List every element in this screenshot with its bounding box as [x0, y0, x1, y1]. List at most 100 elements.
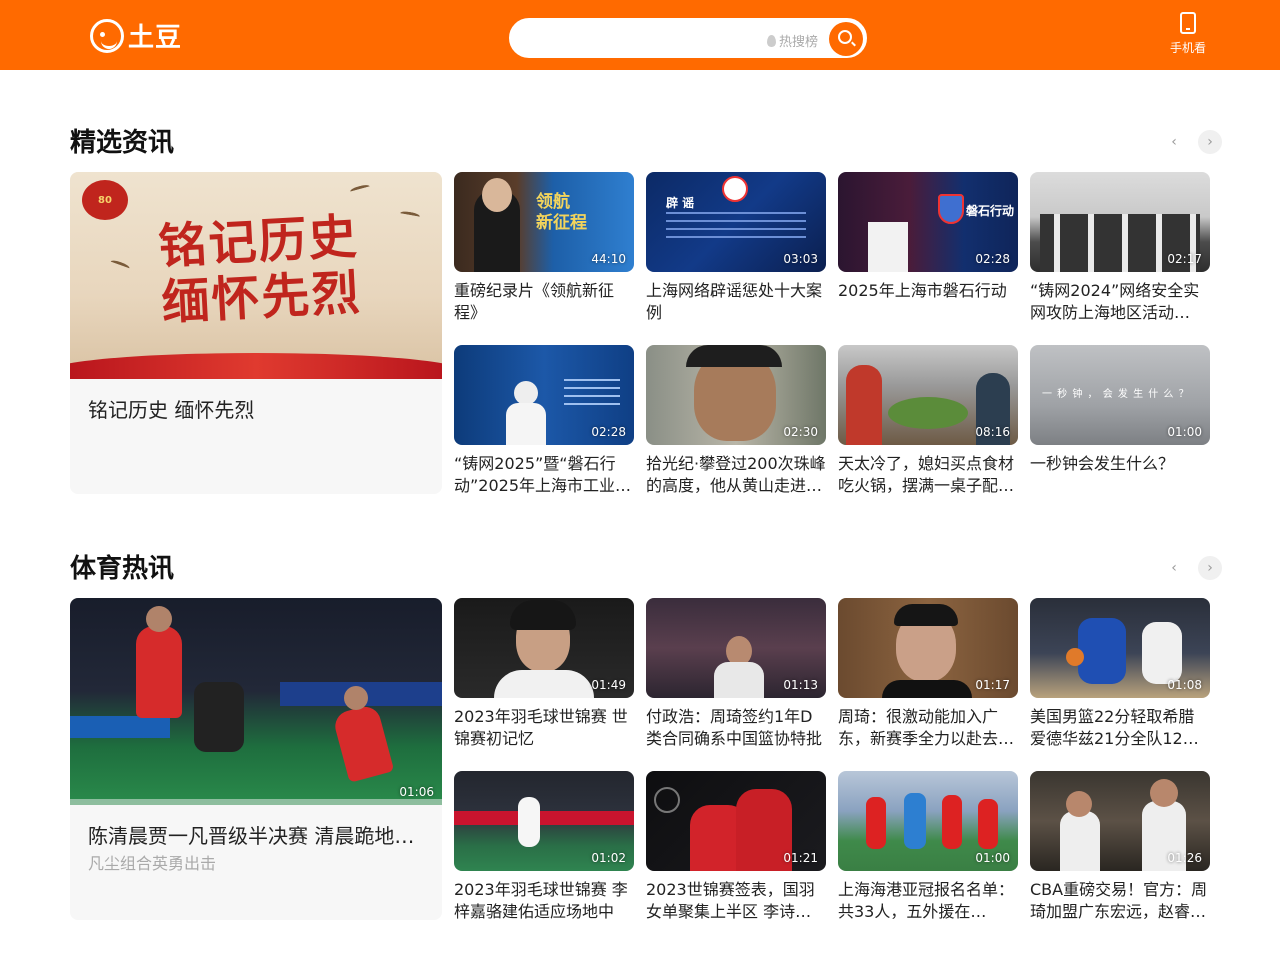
video-title: 上海网络辟谣惩处十大案例	[646, 281, 823, 322]
feature-image	[70, 598, 442, 805]
video-title: 2025年上海市磐石行动	[838, 281, 1007, 300]
video-duration: 01:08	[1167, 678, 1202, 692]
video-title: 上海海港亚冠报名名单：共33人，五外援在列，…	[838, 880, 1015, 921]
prev-arrow-icon[interactable]: ‹	[1162, 130, 1186, 154]
player-head	[344, 686, 368, 710]
video-title: “铸网2024”网络安全实网攻防上海地区活动暨“…	[1030, 281, 1200, 322]
video-title: 拾光纪·攀登过200次珠峰的高度，他从黄山走进…	[646, 454, 826, 495]
video-thumbnail: 一 秒 钟 ， 会 发 生 什 么 ？ 01:00	[1030, 345, 1210, 445]
video-card[interactable]: 01:26 CBA重磅交易！官方：周琦加盟广东宏远，赵睿…	[1030, 771, 1210, 923]
video-duration: 01:17	[975, 678, 1010, 692]
thumbnail-overlay-text: 磐石行动	[966, 204, 1015, 218]
mobile-watch-label: 手机看	[1169, 41, 1206, 55]
player-figure	[866, 797, 886, 849]
video-thumbnail: 磐石行动 02:28	[838, 172, 1018, 272]
site-logo[interactable]: 土豆	[90, 17, 182, 54]
video-title: CBA重磅交易！官方：周琦加盟广东宏远，赵睿…	[1030, 880, 1208, 921]
player-figure	[518, 797, 540, 847]
video-card[interactable]: 辟 谣 03:03 上海网络辟谣惩处十大案例	[646, 172, 826, 324]
feature-image: 80 铭记历史 缅怀先烈	[70, 172, 442, 379]
video-card[interactable]: 01:13 付政浩：周琦签约1年D类合同确系中国篮协特批	[646, 598, 826, 750]
video-title: 美国男篮22分轻取希腊 爱德华兹21分全队12人…	[1030, 707, 1195, 748]
video-card[interactable]: 一 秒 钟 ， 会 发 生 什 么 ？ 01:00 一秒钟会发生什么？	[1030, 345, 1210, 497]
video-thumbnail: 01:26	[1030, 771, 1210, 871]
hot-search-label: 热搜榜	[779, 35, 819, 50]
video-title: 2023世锦赛签表，国羽女单聚集上半区 李诗沣 …	[646, 880, 815, 921]
video-thumbnail: 01:08	[1030, 598, 1210, 698]
next-arrow-icon[interactable]: ›	[1198, 130, 1222, 154]
sponsor-board	[70, 716, 170, 738]
video-card[interactable]: 08:16 天太冷了，媳妇买点食材吃火锅，摆满一桌子配…	[838, 345, 1018, 497]
video-title: 2023年羽毛球世锦赛 李梓嘉骆建佑适应场地中	[454, 880, 628, 921]
anniversary-badge: 80	[82, 180, 128, 220]
logo-text: 土豆	[128, 23, 183, 53]
video-title: 付政浩：周琦签约1年D类合同确系中国篮协特批	[646, 707, 823, 748]
red-ribbon	[70, 353, 442, 379]
feature-card-sports[interactable]: 01:06 陈清晨贾一凡晋级半决赛 清晨跪地… 凡尘组合英勇出击	[70, 598, 442, 920]
video-card[interactable]: 01:08 美国男篮22分轻取希腊 爱德华兹21分全队12人…	[1030, 598, 1210, 750]
video-duration: 01:21	[783, 851, 818, 865]
video-thumbnail: 01:02	[454, 771, 634, 871]
video-title: 2023年羽毛球世锦赛 世锦赛初记忆	[454, 707, 628, 748]
video-card[interactable]: 01:21 2023世锦赛签表，国羽女单聚集上半区 李诗沣 …	[646, 771, 826, 923]
video-duration: 01:00	[975, 851, 1010, 865]
section-pager-sports: ‹ ›	[1162, 556, 1222, 580]
search-input[interactable]	[525, 28, 755, 50]
feature-title: 铭记历史 缅怀先烈	[88, 398, 255, 422]
player-figure	[978, 799, 998, 849]
hot-search-link[interactable]: 热搜榜	[767, 31, 818, 50]
rumor-stamp-icon	[722, 176, 748, 202]
racket-icon	[654, 787, 680, 813]
video-thumbnail: 领航 新征程 44:10	[454, 172, 634, 272]
video-card[interactable]: 01:49 2023年羽毛球世锦赛 世锦赛初记忆	[454, 598, 634, 750]
feature-card-news[interactable]: 80 铭记历史 缅怀先烈 铭记历史 缅怀先烈	[70, 172, 442, 494]
prev-arrow-icon[interactable]: ‹	[1162, 556, 1186, 580]
slide-lines	[564, 379, 620, 381]
feature-subtitle: 凡尘组合英勇出击	[88, 854, 217, 873]
video-duration: 44:10	[591, 252, 626, 266]
feature-thumbnail: 80 铭记历史 缅怀先烈	[70, 172, 442, 379]
video-duration: 01:06	[399, 785, 434, 799]
player-head	[1066, 791, 1092, 817]
player-figure	[942, 795, 962, 849]
video-duration: 03:03	[783, 252, 818, 266]
video-card[interactable]: 02:17 “铸网2024”网络安全实网攻防上海地区活动暨“…	[1030, 172, 1210, 324]
flame-icon	[767, 34, 776, 47]
section-title-sports: 体育热讯	[70, 554, 175, 584]
video-card[interactable]: 磐石行动 02:28 2025年上海市磐石行动	[838, 172, 1018, 324]
video-card[interactable]: 01:00 上海海港亚冠报名名单：共33人，五外援在列，…	[838, 771, 1018, 923]
video-duration: 01:02	[591, 851, 626, 865]
video-card[interactable]: 01:17 周琦：很激动能加入广东，新赛季全力以赴去…	[838, 598, 1018, 750]
video-title: “铸网2025”暨“磐石行动”2025年上海市工业…	[454, 454, 632, 495]
video-card[interactable]: 01:02 2023年羽毛球世锦赛 李梓嘉骆建佑适应场地中	[454, 771, 634, 923]
video-duration: 01:13	[783, 678, 818, 692]
feature-thumbnail: 01:06	[70, 598, 442, 805]
speaker-head	[514, 381, 538, 405]
section-pager-news: ‹ ›	[1162, 130, 1222, 154]
mobile-watch-button[interactable]: 手机看	[1166, 12, 1210, 56]
video-card[interactable]: 02:30 拾光纪·攀登过200次珠峰的高度，他从黄山走进…	[646, 345, 826, 497]
search-icon	[838, 30, 852, 44]
video-thumbnail: 02:30	[646, 345, 826, 445]
thumbnail-overlay-text: 一 秒 钟 ， 会 发 生 什 么 ？	[1042, 389, 1190, 400]
jersey	[494, 670, 594, 698]
video-duration: 01:00	[1167, 425, 1202, 439]
video-duration: 01:26	[1167, 851, 1202, 865]
video-card[interactable]: 领航 新征程 44:10 重磅纪录片《领航新征程》	[454, 172, 634, 324]
video-thumbnail: 01:49	[454, 598, 634, 698]
feature-image-text: 铭记历史 缅怀先烈	[157, 208, 363, 332]
video-duration: 02:17	[1167, 252, 1202, 266]
next-arrow-icon[interactable]: ›	[1198, 556, 1222, 580]
video-duration: 02:30	[783, 425, 818, 439]
jersey	[1060, 811, 1100, 871]
video-card[interactable]: 02:28 “铸网2025”暨“磐石行动”2025年上海市工业…	[454, 345, 634, 497]
video-thumbnail: 01:00	[838, 771, 1018, 871]
video-duration: 02:28	[591, 425, 626, 439]
video-thumbnail: 02:17	[1030, 172, 1210, 272]
video-duration: 02:28	[975, 252, 1010, 266]
video-thumbnail: 辟 谣 03:03	[646, 172, 826, 272]
person-head	[482, 178, 512, 212]
search-button[interactable]	[829, 22, 863, 56]
feature-title: 陈清晨贾一凡晋级半决赛 清晨跪地…	[88, 824, 415, 848]
video-duration: 08:16	[975, 425, 1010, 439]
